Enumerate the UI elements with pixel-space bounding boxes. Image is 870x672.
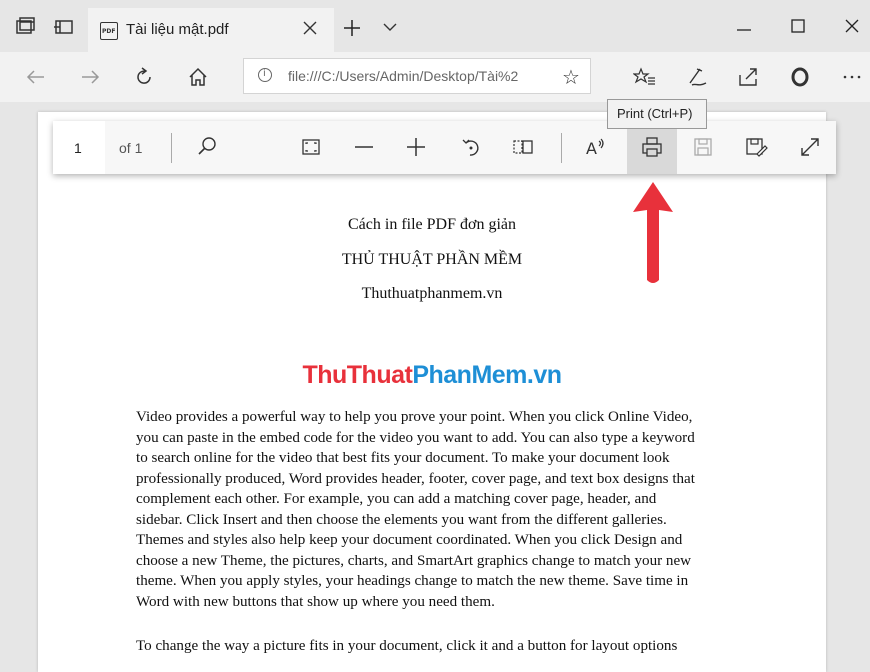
search-icon[interactable] (194, 134, 220, 160)
red-arrow-annotation (633, 182, 673, 283)
paragraph-line: professionally produced, Word provides h… (136, 470, 695, 487)
pdf-file-icon: PDF (100, 22, 118, 40)
paragraph-line: theme. When you apply styles, your headi… (136, 573, 689, 589)
zoom-in-icon[interactable] (403, 134, 429, 160)
address-bar[interactable]: file:///C:/Users/Admin/Desktop/Tài%2 ☆ (243, 58, 591, 94)
doc-heading-3: Thuthuatphanmem.vn (361, 285, 503, 302)
layout-icon[interactable] (510, 134, 536, 160)
paragraph-line: to search online for the video that best… (136, 450, 670, 466)
paragraph-line: Themes and styles also help keep your do… (136, 532, 683, 548)
favorite-star-icon[interactable]: ☆ (562, 65, 580, 89)
annotate-icon[interactable] (686, 65, 710, 89)
title-bar: PDF Tài liệu mật.pdf (0, 0, 870, 52)
more-icon[interactable] (840, 65, 864, 89)
back-icon[interactable] (24, 65, 48, 89)
doc-paragraph-2: To change the way a picture fits in your… (136, 638, 678, 654)
toolbar-divider (171, 133, 172, 163)
doc-paragraph: Video provides a powerful way to help yo… (136, 407, 756, 612)
doc-heading-1: Cách in file PDF đơn giản (348, 216, 516, 233)
forward-icon[interactable] (78, 65, 102, 89)
set-aside-tabs-icon[interactable] (52, 16, 74, 38)
close-window-icon[interactable] (842, 14, 862, 38)
extension-icon[interactable] (788, 65, 812, 89)
maximize-icon[interactable] (788, 14, 808, 38)
paragraph-line: Video provides a powerful way to help yo… (136, 409, 693, 425)
brand-logo: ThuThuatPhanMem.vn (38, 361, 826, 390)
url-text[interactable]: file:///C:/Users/Admin/Desktop/Tài%2 (288, 68, 556, 84)
tab-title: Tài liệu mật.pdf (126, 21, 229, 38)
zoom-out-icon[interactable] (351, 134, 377, 160)
close-tab-icon[interactable] (300, 18, 320, 38)
page-total: of 1 (119, 140, 143, 156)
print-tooltip: Print (Ctrl+P) (607, 99, 707, 129)
paragraph-line: choose a new Theme, the pictures, charts… (136, 552, 692, 569)
tab-preview-icon[interactable] (14, 16, 36, 38)
new-tab-icon[interactable] (342, 18, 362, 38)
toolbar-divider (561, 133, 562, 163)
pdf-toolbar: 1 of 1 A (53, 121, 836, 174)
favorites-list-icon[interactable] (633, 65, 657, 89)
brand-part-2: PhanMem.vn (412, 361, 562, 389)
active-tab[interactable]: PDF Tài liệu mật.pdf (88, 8, 334, 52)
paragraph-line: Word with new buttons that show up where… (136, 593, 495, 610)
rotate-icon[interactable] (458, 134, 484, 160)
fullscreen-icon[interactable] (797, 134, 823, 160)
share-icon[interactable] (736, 65, 760, 89)
save-icon[interactable] (690, 134, 716, 160)
paragraph-line: sidebar. Click Insert and then choose th… (136, 511, 667, 528)
home-icon[interactable] (186, 65, 210, 89)
print-icon[interactable] (639, 134, 665, 160)
svg-text:A: A (586, 139, 597, 158)
save-as-icon[interactable] (743, 134, 769, 160)
page-number-input[interactable]: 1 (53, 121, 105, 174)
info-icon[interactable] (258, 68, 272, 82)
paragraph-line: complement each other. For example, you … (136, 491, 657, 507)
fit-page-icon[interactable] (298, 134, 324, 160)
brand-part-1: ThuThuat (302, 361, 413, 389)
read-aloud-icon[interactable]: A (583, 134, 609, 160)
paragraph-line: you can paste in the embed code for the … (136, 429, 695, 446)
refresh-icon[interactable] (132, 65, 156, 89)
doc-heading-2: THỦ THUẬT PHẦN MỀM (341, 251, 523, 268)
minimize-icon[interactable] (734, 14, 754, 38)
tab-list-icon[interactable] (382, 20, 398, 34)
navigation-bar: file:///C:/Users/Admin/Desktop/Tài%2 ☆ (0, 52, 870, 102)
